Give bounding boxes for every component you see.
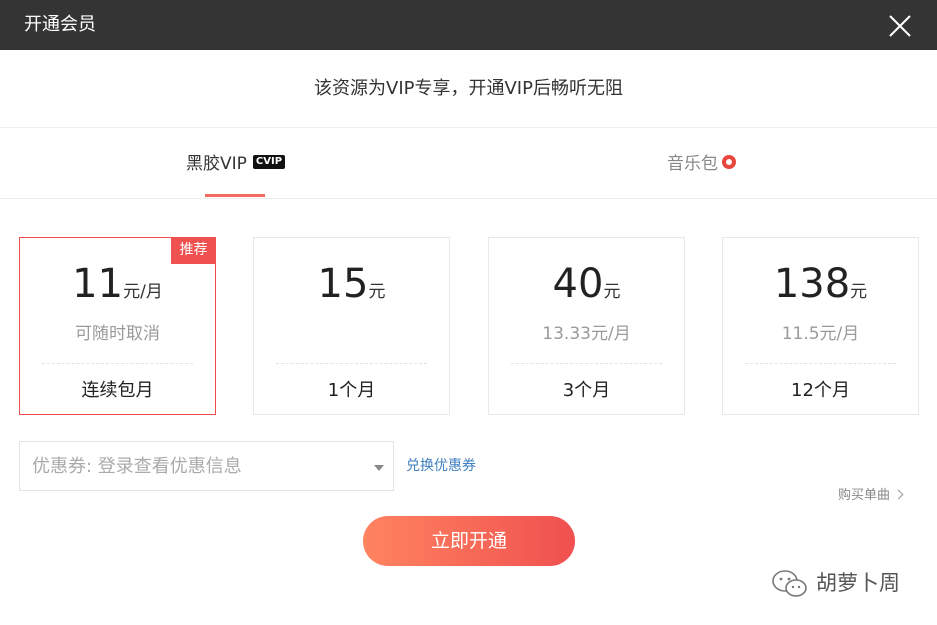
coupon-placeholder: 优惠券: 登录查看优惠信息: [32, 456, 242, 477]
buy-single-track-link[interactable]: 购买单曲: [838, 486, 904, 506]
plan-price: 15元: [254, 260, 449, 308]
plan-unit: 元: [368, 282, 386, 302]
plan-note: 11.5元/月: [781, 324, 860, 344]
plan-duration: 连续包月: [81, 380, 154, 401]
music-package-icon: [722, 155, 736, 169]
plan-unit: 元/月: [123, 282, 163, 302]
plan-unit: 元: [850, 282, 868, 302]
plan-divider: [42, 363, 193, 364]
coupon-select[interactable]: 优惠券: 登录查看优惠信息: [19, 441, 394, 491]
tab-vinyl-vip[interactable]: 黑胶VIP CVIP: [186, 128, 286, 198]
plan-card-monthly-auto[interactable]: 推荐 11元/月 可随时取消 连续包月: [19, 237, 216, 415]
plan-card-1-month[interactable]: 15元 1个月: [253, 237, 450, 415]
plan-duration: 1个月: [327, 380, 376, 401]
plan-divider: [745, 363, 896, 364]
plan-duration: 3个月: [562, 380, 611, 401]
plan-amount: 40: [552, 261, 604, 307]
buy-single-track-label: 购买单曲: [838, 488, 891, 503]
plan-amount: 11: [72, 261, 124, 307]
title-bar: 开通会员: [0, 0, 937, 50]
active-tab-indicator: [205, 194, 265, 197]
activate-now-button[interactable]: 立即开通: [363, 516, 575, 566]
tab-vinyl-vip-label: 黑胶VIP: [186, 154, 247, 174]
tab-bar: 黑胶VIP CVIP 音乐包: [0, 128, 937, 199]
wechat-icon: [772, 570, 807, 597]
plan-note: 13.33元/月: [542, 324, 631, 344]
watermark-text: 胡萝卜周: [816, 571, 900, 595]
close-icon: [889, 15, 911, 37]
plan-unit: 元: [603, 282, 621, 302]
plan-card-3-months[interactable]: 40元 13.33元/月 3个月: [488, 237, 685, 415]
plan-divider: [511, 363, 662, 364]
window-title: 开通会员: [24, 14, 96, 35]
plan-duration: 12个月: [791, 380, 850, 401]
plan-price: 40元: [489, 260, 684, 308]
redeem-coupon-link[interactable]: 兑换优惠券: [406, 455, 476, 477]
tab-music-package-label: 音乐包: [667, 154, 718, 174]
plan-amount: 138: [773, 261, 851, 307]
plan-card-12-months[interactable]: 138元 11.5元/月 12个月: [722, 237, 919, 415]
plan-note: 可随时取消: [75, 324, 160, 344]
plan-price: 138元: [723, 260, 918, 308]
plan-price: 11元/月: [20, 260, 215, 308]
tab-music-package[interactable]: 音乐包: [667, 128, 736, 198]
dropdown-arrow-icon: [374, 465, 384, 471]
close-button[interactable]: [882, 8, 918, 44]
chevron-right-icon: [893, 489, 904, 500]
plan-divider: [276, 363, 427, 364]
plan-amount: 15: [317, 261, 369, 307]
vip-notice: 该资源为VIP专享，开通VIP后畅听无阻: [0, 50, 937, 128]
cvip-badge-icon: CVIP: [252, 155, 286, 169]
